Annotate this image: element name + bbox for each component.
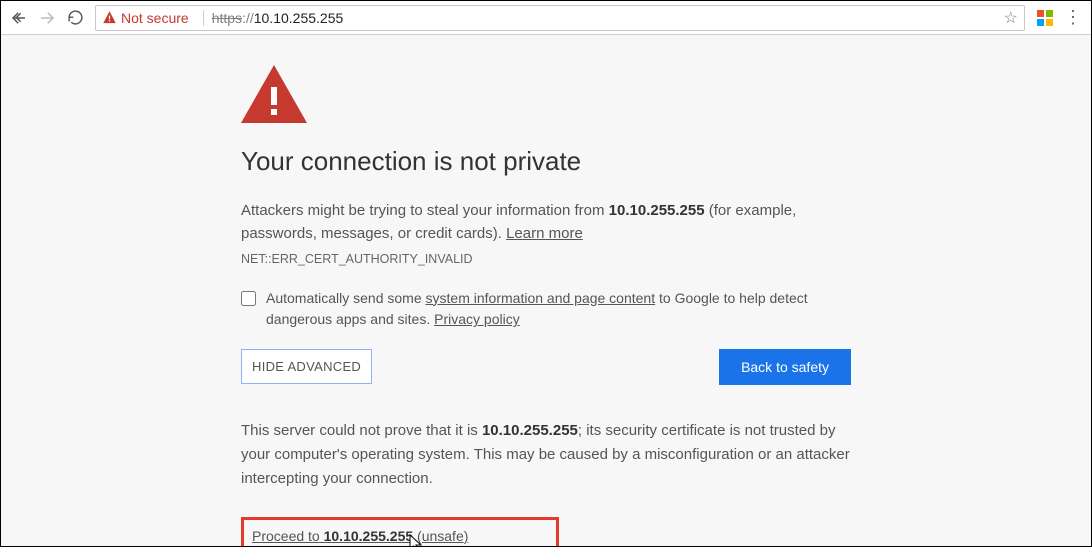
proceed-host: 10.10.255.255 [320,528,417,544]
proceed-prefix: Proceed to [252,528,320,544]
proceed-highlight-box: Proceed to 10.10.255.255 (unsafe) [241,517,559,546]
ssl-interstitial: Your connection is not private Attackers… [241,35,851,546]
page-heading: Your connection is not private [241,146,851,177]
optin-text: Automatically send some system informati… [266,288,851,331]
forward-button[interactable] [33,4,61,32]
advanced-paragraph: This server could not prove that it is 1… [241,419,851,491]
browser-toolbar: Not secure https://10.10.255.255 ☆ ⋮ [1,1,1091,35]
optin-checkbox[interactable] [241,291,256,306]
hide-advanced-button[interactable]: HIDE ADVANCED [241,349,372,384]
reload-button[interactable] [61,4,89,32]
attack-host: 10.10.255.255 [609,202,705,219]
security-chip[interactable]: Not secure [102,10,189,26]
url-host: 10.10.255.255 [254,10,344,26]
attack-paragraph: Attackers might be trying to steal your … [241,199,851,246]
adv-host: 10.10.255.255 [478,422,578,439]
back-to-safety-button[interactable]: Back to safety [719,349,851,385]
windows-icon[interactable] [1031,4,1059,32]
button-row: HIDE ADVANCED Back to safety [241,349,851,385]
proceed-unsafe-link[interactable]: Proceed to 10.10.255.255 (unsafe) [252,528,468,544]
url-scheme: https [212,10,242,26]
privacy-policy-link[interactable]: Privacy policy [434,311,520,327]
warning-large-icon [241,65,851,128]
adv-prefix: This server could not prove that it is [241,422,478,439]
page-body: Your connection is not private Attackers… [1,35,1091,546]
system-info-link[interactable]: system information and page content [426,290,656,306]
learn-more-link[interactable]: Learn more [506,225,583,242]
optin-prefix: Automatically send some [266,290,426,306]
attack-text-prefix: Attackers might be trying to steal your … [241,202,609,219]
optin-row: Automatically send some system informati… [241,288,851,331]
browser-menu-button[interactable]: ⋮ [1059,4,1087,32]
chip-divider [203,10,204,26]
bookmark-star-icon[interactable]: ☆ [1004,8,1018,28]
proceed-suffix: (unsafe) [417,528,468,544]
error-code: NET::ERR_CERT_AUTHORITY_INVALID [241,252,851,266]
warning-triangle-icon [102,10,117,25]
not-secure-label: Not secure [121,10,189,26]
url-separator: :// [242,10,254,26]
back-button[interactable] [5,4,33,32]
address-bar[interactable]: Not secure https://10.10.255.255 ☆ [95,5,1025,31]
